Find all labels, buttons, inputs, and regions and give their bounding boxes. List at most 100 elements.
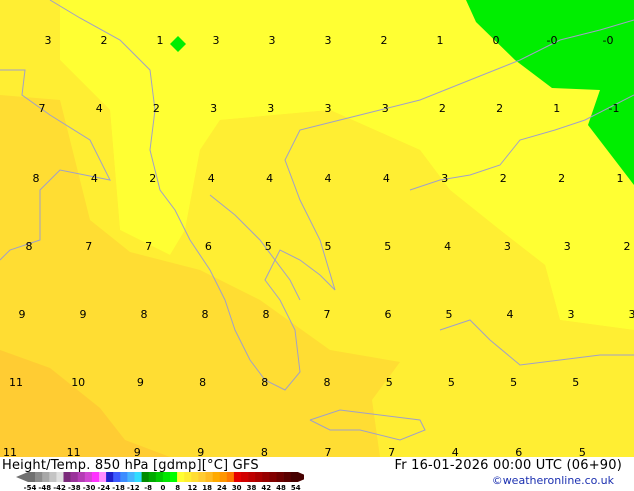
temperature-value: 3 <box>564 240 571 253</box>
temperature-value: 5 <box>448 376 455 389</box>
colorbar-swatch <box>142 472 149 482</box>
colorbar-swatch <box>227 472 234 482</box>
temperature-value: 5 <box>579 446 586 457</box>
temperature-value: 2 <box>149 172 156 185</box>
temperature-value: 5 <box>265 240 272 253</box>
temperature-value: 4 <box>208 172 215 185</box>
temperature-value: 3 <box>382 102 389 115</box>
temperature-value: 8 <box>199 376 206 389</box>
colorbar-swatch <box>241 472 248 482</box>
temperature-value: 8 <box>26 240 33 253</box>
temperature-value: 8 <box>202 308 209 321</box>
temperature-value: 7 <box>145 240 152 253</box>
temperature-value: 9 <box>80 308 87 321</box>
temperature-value: 3 <box>629 308 634 321</box>
temperature-value: 2 <box>496 102 503 115</box>
temperature-value: -1 <box>609 102 620 115</box>
temperature-value: 4 <box>96 102 103 115</box>
temperature-value: 5 <box>386 376 393 389</box>
credit-link[interactable]: ©weatheronline.co.uk <box>492 474 614 487</box>
colorbar-swatch <box>220 472 227 482</box>
colorbar-swatch <box>42 472 49 482</box>
temperature-value: 3 <box>45 34 52 47</box>
temperature-value: 3 <box>325 102 332 115</box>
temperature-value: 7 <box>324 308 331 321</box>
colorbar-swatch <box>213 472 220 482</box>
colorbar-swatch <box>163 472 170 482</box>
forecast-datetime: Fr 16-01-2026 00:00 UTC (06+90) <box>394 458 622 473</box>
temperature-value: 8 <box>261 446 268 457</box>
temperature-value: 2 <box>153 102 160 115</box>
colorbar-swatch <box>35 472 42 482</box>
colorbar-swatch <box>56 472 63 482</box>
temperature-value: 1 <box>157 34 164 47</box>
colorbar: -54-48-42-38-30-24-18-12-808121824303842… <box>14 471 304 491</box>
temperature-value: 4 <box>266 172 273 185</box>
temperature-value: 8 <box>263 308 270 321</box>
temperature-value: 11 <box>9 376 23 389</box>
colorbar-swatch <box>206 472 213 482</box>
temperature-value: 10 <box>71 376 85 389</box>
colorbar-swatch <box>269 472 276 482</box>
temperature-value: 8 <box>33 172 40 185</box>
colorbar-swatch <box>170 472 177 482</box>
colorbar-swatch <box>191 472 198 482</box>
temperature-value: 2 <box>500 172 507 185</box>
temperature-value: 6 <box>205 240 212 253</box>
temperature-value: 3 <box>269 34 276 47</box>
colorbar-swatch <box>135 472 142 482</box>
colorbar-swatch <box>255 472 262 482</box>
colorbar-swatch <box>78 472 85 482</box>
temperature-value: 4 <box>383 172 390 185</box>
temperature-value: 3 <box>267 102 274 115</box>
temperature-value: 4 <box>325 172 332 185</box>
colorbar-swatch <box>71 472 78 482</box>
temperature-value: 3 <box>210 102 217 115</box>
temperature-value: 4 <box>452 446 459 457</box>
temperature-value: 0 <box>493 34 500 47</box>
temperature-value: 6 <box>515 446 522 457</box>
temperature-value: 7 <box>388 446 395 457</box>
temperature-value: 11 <box>67 446 81 457</box>
temperature-value: 3 <box>213 34 220 47</box>
temperature-value: 1 <box>437 34 444 47</box>
temperature-value: 2 <box>381 34 388 47</box>
temperature-value: 7 <box>85 240 92 253</box>
temperature-value: 8 <box>324 376 331 389</box>
colorbar-swatch <box>85 472 92 482</box>
temperature-value: 1 <box>553 102 560 115</box>
temperature-value: 9 <box>134 446 141 457</box>
colorbar-swatch <box>248 472 255 482</box>
temperature-value: 9 <box>19 308 26 321</box>
colorbar-swatch <box>113 472 120 482</box>
temperature-value: -0 <box>603 34 614 47</box>
temperature-value: 7 <box>325 446 332 457</box>
temperature-value: 5 <box>384 240 391 253</box>
colorbar-swatch <box>127 472 134 482</box>
colorbar-swatch <box>198 472 205 482</box>
weather-map: 321333210-0-07423333221-1842444432218776… <box>0 0 634 457</box>
temperature-value: 2 <box>624 240 631 253</box>
temperature-value: 8 <box>261 376 268 389</box>
colorbar-swatch <box>284 472 291 482</box>
temperature-value: 5 <box>446 308 453 321</box>
colorbar-swatch <box>156 472 163 482</box>
temperature-value: 9 <box>197 446 204 457</box>
temperature-value: 4 <box>91 172 98 185</box>
colorbar-swatch <box>106 472 113 482</box>
colorbar-swatch <box>177 472 184 482</box>
temperature-value: 2 <box>558 172 565 185</box>
colorbar-min-arrow <box>16 472 28 482</box>
temperature-value: 6 <box>385 308 392 321</box>
temperature-value: 2 <box>101 34 108 47</box>
colorbar-max-arrow <box>298 472 304 482</box>
temperature-value: 1 <box>617 172 624 185</box>
temperature-value: 11 <box>3 446 17 457</box>
temperature-value: 5 <box>510 376 517 389</box>
temperature-value: 3 <box>325 34 332 47</box>
temperature-value: 2 <box>439 102 446 115</box>
colorbar-swatch <box>64 472 71 482</box>
colorbar-swatch <box>99 472 106 482</box>
temperature-value: -0 <box>547 34 558 47</box>
temperature-value: 9 <box>137 376 144 389</box>
